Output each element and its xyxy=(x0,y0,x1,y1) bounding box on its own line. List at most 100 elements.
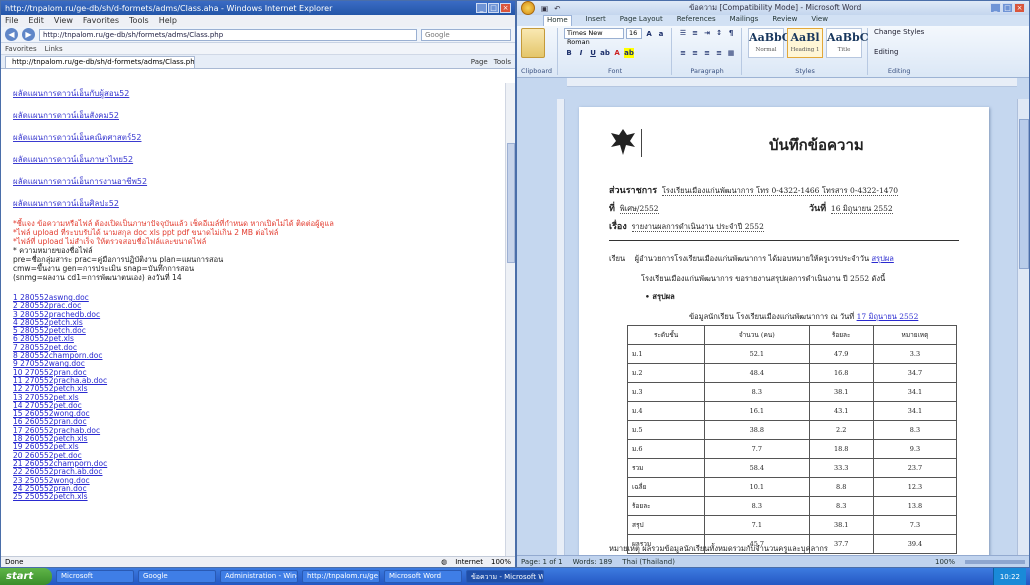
file-link[interactable]: 8 280552champorn.doc xyxy=(13,351,494,360)
file-link[interactable]: 18 260552petch.xls xyxy=(13,434,494,443)
file-link[interactable]: 6 280552pet.xls xyxy=(13,335,494,343)
document-page[interactable]: บันทึกข้อความ ส่วนราชการ โรงเรียนเมืองแก… xyxy=(579,107,989,557)
tab-review[interactable]: Review xyxy=(772,15,797,26)
sort-icon[interactable]: ↕ xyxy=(714,28,724,38)
word-scrollbar[interactable] xyxy=(1017,99,1029,557)
menu-tools[interactable]: Tools xyxy=(129,16,149,26)
taskbar-item[interactable]: Google xyxy=(138,570,216,583)
pilcrow-icon[interactable]: ¶ xyxy=(726,28,736,38)
zoom-level[interactable]: 100% xyxy=(935,558,955,566)
file-link[interactable]: 13 270552pet.xls xyxy=(13,393,494,402)
minimize-icon[interactable]: _ xyxy=(990,3,1001,13)
indent-icon[interactable]: ⇥ xyxy=(702,28,712,38)
font-size-select[interactable]: 16 xyxy=(626,28,643,39)
menu-view[interactable]: View xyxy=(54,16,73,26)
tab-view[interactable]: View xyxy=(811,15,828,26)
grow-font-icon[interactable]: A xyxy=(644,29,654,39)
file-link[interactable]: 19 260552pet.xls xyxy=(13,443,494,451)
back-arrow-icon[interactable]: ◀ xyxy=(5,28,18,41)
align-center-icon[interactable]: ≡ xyxy=(690,48,700,58)
zoom-level[interactable]: 100% xyxy=(491,558,511,566)
minimize-icon[interactable]: _ xyxy=(476,3,487,13)
vertical-ruler[interactable] xyxy=(557,99,565,557)
change-styles-button[interactable]: Change Styles xyxy=(874,28,924,36)
tab-home[interactable]: Home xyxy=(543,15,572,26)
underline-icon[interactable]: U xyxy=(588,48,598,58)
scroll-thumb[interactable] xyxy=(507,143,515,263)
tools-menu-button[interactable]: Tools xyxy=(494,58,511,66)
ie-status-bar: Done ◍ Internet 100% xyxy=(1,556,515,567)
paste-icon[interactable] xyxy=(521,28,545,58)
horizontal-ruler[interactable] xyxy=(567,78,1017,87)
file-link[interactable]: 5 280552petch.doc xyxy=(13,327,494,335)
page-menu-button[interactable]: Page xyxy=(471,58,488,66)
file-link[interactable]: 25 250552petch.xls xyxy=(13,492,494,501)
numbering-icon[interactable]: ≡ xyxy=(690,28,700,38)
plan-link[interactable]: ผลัดแผนการดาวน์เอ็นภาษาไทย52 xyxy=(13,153,494,166)
editing-button[interactable]: Editing xyxy=(874,48,924,56)
maximize-icon[interactable]: □ xyxy=(1002,3,1013,13)
align-left-icon[interactable]: ≡ xyxy=(678,48,688,58)
file-link[interactable]: 12 270552petch.xls xyxy=(13,385,494,393)
favorites-link[interactable]: Favorites xyxy=(5,45,37,53)
close-icon[interactable]: × xyxy=(1014,3,1025,13)
menu-file[interactable]: File xyxy=(5,16,18,26)
undo-icon[interactable]: ↶ xyxy=(554,4,560,13)
maximize-icon[interactable]: □ xyxy=(488,3,499,13)
taskbar-item[interactable]: Administration - Windows xyxy=(220,570,298,583)
address-bar[interactable]: http://tnpalom.ru/ge-db/sh/formets/adms/… xyxy=(39,28,417,41)
bold-icon[interactable]: B xyxy=(564,48,574,58)
language-indicator[interactable]: Thai (Thailand) xyxy=(622,558,675,566)
italic-icon[interactable]: I xyxy=(576,48,586,58)
tab-page-layout[interactable]: Page Layout xyxy=(620,15,663,26)
justify-icon[interactable]: ≡ xyxy=(714,48,724,58)
zoom-slider[interactable] xyxy=(965,559,1025,564)
ie-tab[interactable]: http://tnpalom.ru/ge-db/sh/d-formets/adm… xyxy=(5,55,195,68)
ie-scrollbar[interactable] xyxy=(505,83,515,557)
file-link[interactable]: 3 280552prachedb.doc xyxy=(13,310,494,319)
strikethrough-icon[interactable]: ab xyxy=(600,48,610,58)
table-cell: 13.8 xyxy=(872,496,958,516)
plan-link[interactable]: ผลัดแผนการดาวน์เอ็นศิลปะ52 xyxy=(13,197,494,210)
clock[interactable]: 10:22 xyxy=(1000,573,1020,581)
taskbar-item[interactable]: Microsoft xyxy=(56,570,134,583)
tab-insert[interactable]: Insert xyxy=(586,15,606,26)
save-icon[interactable]: ▣ xyxy=(541,4,548,13)
word-count[interactable]: Words: 189 xyxy=(573,558,613,566)
links-link[interactable]: Links xyxy=(45,45,63,53)
forward-arrow-icon[interactable]: ▶ xyxy=(22,28,35,41)
office-button-icon[interactable] xyxy=(521,1,535,15)
tab-references[interactable]: References xyxy=(677,15,716,26)
style-heading[interactable]: AaBl Heading 1 xyxy=(787,28,824,58)
style-normal[interactable]: AaBbC Normal xyxy=(748,28,790,58)
tab-mailings[interactable]: Mailings xyxy=(730,15,759,26)
ie-links-bar: Favorites Links xyxy=(1,43,515,55)
highlight-icon[interactable]: ab xyxy=(624,48,635,58)
font-name-select[interactable]: Times New Roman xyxy=(564,28,625,46)
ie-title-bar[interactable]: http://tnpalom.ru/ge-db/sh/d-formets/adm… xyxy=(1,1,515,15)
taskbar-item[interactable]: Microsoft Word xyxy=(384,570,462,583)
close-icon[interactable]: × xyxy=(500,3,511,13)
table-cell: ม.3 xyxy=(626,382,706,402)
search-input[interactable]: Google xyxy=(421,28,511,41)
shading-icon[interactable]: ▦ xyxy=(726,48,736,58)
plan-link[interactable]: ผลัดแผนการดาวน์เอ็นกับผู้สอน52 xyxy=(13,87,494,100)
start-button[interactable]: start xyxy=(0,568,52,585)
align-right-icon[interactable]: ≡ xyxy=(702,48,712,58)
file-link[interactable]: 1 280552aswng.doc xyxy=(13,293,494,302)
word-title-bar[interactable]: ▣ ↶ ข้อความ [Compatibility Mode] - Micro… xyxy=(517,1,1029,15)
taskbar-item[interactable]: ข้อความ - Microsoft Word xyxy=(466,570,544,583)
menu-edit[interactable]: Edit xyxy=(28,16,44,26)
plan-link[interactable]: ผลัดแผนการดาวน์เอ็นการงานอาชีพ52 xyxy=(13,175,494,188)
menu-help[interactable]: Help xyxy=(159,16,177,26)
bullets-icon[interactable]: ☰ xyxy=(678,28,688,38)
menu-favorites[interactable]: Favorites xyxy=(83,16,119,26)
plan-link[interactable]: ผลัดแผนการดาวน์เอ็นสังคม52 xyxy=(13,109,494,122)
shrink-font-icon[interactable]: a xyxy=(656,29,666,39)
scroll-thumb[interactable] xyxy=(1019,119,1029,269)
style-title[interactable]: AaBbC Title xyxy=(826,28,868,58)
page-count[interactable]: Page: 1 of 1 xyxy=(521,558,563,566)
taskbar-item[interactable]: http://tnpalom.ru/ge xyxy=(302,570,380,583)
plan-link[interactable]: ผลัดแผนการดาวน์เอ็นคณิตศาสตร์52 xyxy=(13,131,494,144)
font-color-icon[interactable]: A xyxy=(612,48,622,58)
